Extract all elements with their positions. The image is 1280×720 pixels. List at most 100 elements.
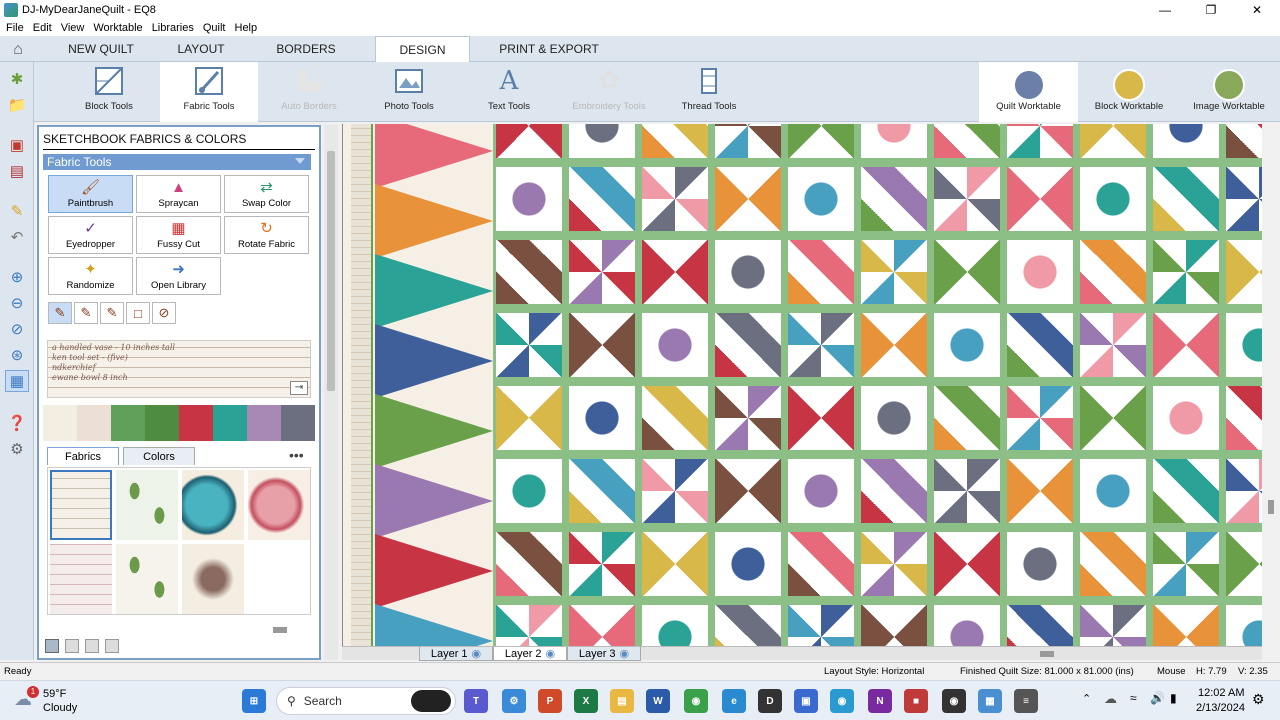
quilt-block[interactable] [715, 605, 781, 646]
teams-icon[interactable]: T [464, 689, 488, 713]
fabric-tools-button[interactable]: Fabric Tools [160, 62, 258, 122]
menu-edit[interactable]: Edit [33, 22, 52, 34]
randomize-tool[interactable]: ✦ Randomize [48, 257, 133, 295]
quilt-block[interactable] [788, 167, 854, 231]
fabric-tools-header[interactable]: Fabric Tools [43, 154, 311, 170]
wifi-icon[interactable]: ≈ [1130, 691, 1137, 705]
menu-quilt[interactable]: Quilt [203, 22, 226, 34]
swap-color-tool[interactable]: ⇄ Swap Color [224, 175, 309, 213]
copilot-icon[interactable] [411, 690, 451, 712]
app-icon[interactable]: ■ [904, 689, 928, 713]
brush-border-icon[interactable]: □ [126, 302, 150, 324]
swatch[interactable] [247, 405, 281, 441]
fabric-thumb[interactable] [248, 470, 310, 540]
quilt-block[interactable] [1153, 167, 1219, 231]
swatch[interactable] [281, 405, 315, 441]
scroll-thumb[interactable] [327, 151, 335, 391]
quilt-block[interactable] [1153, 532, 1219, 596]
quilt-block[interactable] [861, 313, 927, 377]
quilt-block[interactable] [569, 532, 635, 596]
app-icon[interactable]: ◉ [942, 689, 966, 713]
quilt-block[interactable] [1226, 459, 1262, 523]
quilt-block[interactable] [496, 605, 562, 646]
notification-bell-icon[interactable]: ⚙ [1252, 691, 1265, 708]
swatch[interactable] [111, 405, 145, 441]
home-icon[interactable]: ⌂ [4, 39, 32, 61]
refresh-icon[interactable]: ▦ [5, 370, 29, 392]
quilt-block[interactable] [569, 386, 635, 450]
fabric-thumb[interactable] [50, 470, 112, 540]
quilt-block[interactable] [788, 532, 854, 596]
add-to-sketchbook-icon[interactable]: ▣ [5, 134, 29, 156]
brush-clear-icon[interactable]: ⊘ [152, 302, 176, 324]
swatch[interactable] [145, 405, 179, 441]
quilt-block[interactable] [788, 605, 854, 646]
quilt-block[interactable] [1226, 167, 1262, 231]
quilt-block[interactable] [1007, 167, 1073, 231]
close-icon[interactable]: ✕ [1234, 0, 1280, 20]
quilt-block[interactable] [1226, 605, 1262, 646]
eye-icon[interactable]: ◉ [620, 647, 630, 660]
quilt-block[interactable] [1153, 124, 1219, 158]
file-explorer-icon[interactable]: ▤ [610, 689, 634, 713]
onenote-icon[interactable]: N [868, 689, 892, 713]
tab-fabrics[interactable]: Fabrics [47, 447, 119, 465]
thumbnail-size-tiny-icon[interactable] [105, 639, 119, 653]
quilt-worktable-button[interactable]: Quilt Worktable [979, 62, 1078, 122]
quilt-block[interactable] [496, 240, 562, 304]
eq8-taskbar-icon[interactable]: ▦ [978, 689, 1002, 713]
quilt-block[interactable] [934, 313, 1000, 377]
paintbrush-tool[interactable]: 🖌 Paintbrush [48, 175, 133, 213]
quilt-block[interactable] [642, 313, 708, 377]
thumbnail-size-medium-icon[interactable] [65, 639, 79, 653]
battery-icon[interactable]: ▮ [1170, 691, 1177, 705]
quilt-block[interactable] [1153, 605, 1219, 646]
tab-design[interactable]: DESIGN [375, 36, 470, 63]
quilt-block[interactable] [1153, 313, 1219, 377]
quilt-block[interactable] [1007, 532, 1073, 596]
quilt-block[interactable] [861, 532, 927, 596]
menu-file[interactable]: File [6, 22, 24, 34]
quilt-block[interactable] [715, 124, 781, 158]
quilt-block[interactable] [788, 240, 854, 304]
quilt-block[interactable] [861, 605, 927, 646]
quilt-block[interactable] [715, 386, 781, 450]
quilt-block[interactable] [642, 124, 708, 158]
zoom-in-icon[interactable]: ⊕ [5, 266, 29, 288]
more-options-icon[interactable]: ••• [289, 447, 304, 463]
new-icon[interactable]: ✱ [5, 68, 29, 90]
app-icon[interactable]: ◉ [830, 689, 854, 713]
eyedropper-tool[interactable]: ✓ Eyedropper [48, 216, 133, 254]
canvas-vertical-scrollbar[interactable] [1263, 124, 1280, 646]
scroll-thumb[interactable] [273, 627, 287, 633]
quilt-block[interactable] [642, 459, 708, 523]
quilt-block[interactable] [569, 124, 635, 158]
calculator-icon[interactable]: ≡ [1014, 689, 1038, 713]
block-tools-button[interactable]: Block Tools [60, 62, 158, 122]
word-icon[interactable]: W [646, 689, 670, 713]
quilt-block[interactable] [496, 124, 562, 158]
quilt-block[interactable] [1153, 240, 1219, 304]
edge-icon[interactable]: e [722, 689, 746, 713]
maximize-icon[interactable]: ❐ [1188, 0, 1234, 20]
panel-scrollbar[interactable] [324, 125, 338, 660]
quilt-block[interactable] [569, 240, 635, 304]
tab-colors[interactable]: Colors [123, 447, 195, 465]
fabric-thumb[interactable] [116, 470, 178, 540]
settings-gear-icon[interactable]: ⚙ [5, 438, 29, 460]
menu-libraries[interactable]: Libraries [152, 22, 194, 34]
quilt-block[interactable] [496, 313, 562, 377]
spraycan-tool[interactable]: ▲ Spraycan [136, 175, 221, 213]
quilt-block[interactable] [715, 459, 781, 523]
menu-view[interactable]: View [61, 22, 85, 34]
rotate-fabric-tool[interactable]: ↻ Rotate Fabric [224, 216, 309, 254]
quilt-block[interactable] [861, 240, 927, 304]
undo-icon[interactable]: ↶ [5, 226, 29, 248]
swatch[interactable] [43, 405, 77, 441]
quilt-block[interactable] [1007, 124, 1073, 158]
quilt-block[interactable] [715, 313, 781, 377]
photo-tools-button[interactable]: Photo Tools [360, 62, 458, 122]
quilt-block[interactable] [934, 167, 1000, 231]
quilt-block[interactable] [1080, 459, 1146, 523]
quilt-block[interactable] [642, 240, 708, 304]
